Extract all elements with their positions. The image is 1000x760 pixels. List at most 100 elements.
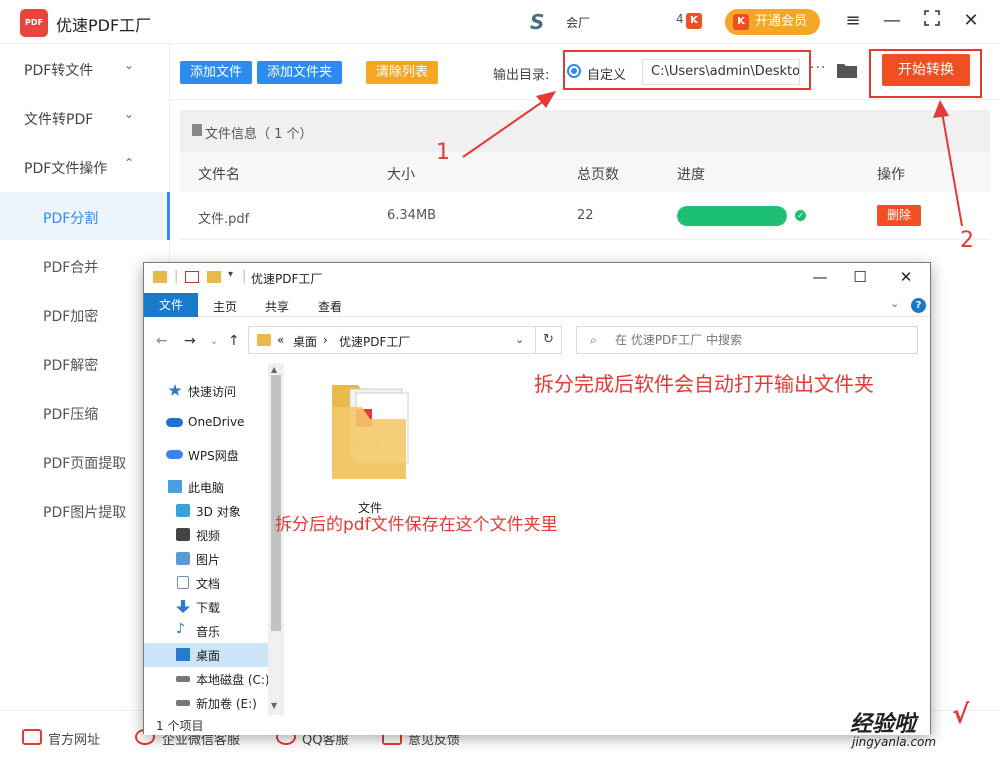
drive-icon xyxy=(176,676,190,682)
add-folder-button[interactable]: 添加文件夹 xyxy=(257,61,342,84)
more-icon[interactable]: ··· xyxy=(810,60,826,76)
start-convert-button[interactable]: 开始转换 xyxy=(882,54,970,86)
maximize-icon[interactable]: ☐ xyxy=(850,267,870,287)
open-folder-icon[interactable] xyxy=(836,61,858,79)
breadcrumb-desktop[interactable]: 桌面 xyxy=(293,333,317,350)
up-arrow-icon[interactable]: ↑ xyxy=(228,333,240,349)
scroll-down-icon[interactable]: ▼ xyxy=(271,701,277,710)
properties-icon[interactable] xyxy=(185,271,199,283)
separator: | xyxy=(242,269,247,284)
quick-access-dropdown-icon[interactable]: ▾ xyxy=(228,269,233,280)
nav-item-label: 本地磁盘 (C:) xyxy=(196,673,270,687)
output-path-input[interactable]: C:\Users\admin\Deskto xyxy=(642,59,800,85)
nav-item-documents[interactable]: 文档 xyxy=(144,571,268,595)
close-icon[interactable]: ✕ xyxy=(896,267,916,287)
maximize-icon[interactable] xyxy=(921,10,943,32)
progress-fill xyxy=(677,206,787,226)
nav-item-pictures[interactable]: 图片 xyxy=(144,547,268,571)
add-file-button[interactable]: 添加文件 xyxy=(180,61,252,84)
search-input[interactable] xyxy=(576,326,918,354)
back-arrow-icon[interactable]: ← xyxy=(156,333,168,349)
nav-item-drive-e[interactable]: 新加卷 (E:) xyxy=(144,691,268,715)
forward-arrow-icon[interactable]: → xyxy=(184,333,196,349)
nav-item-videos[interactable]: 视频 xyxy=(144,523,268,547)
nav-item-label: 图片 xyxy=(196,553,221,567)
nav-item-desktop[interactable]: 桌面 xyxy=(144,643,268,667)
nav-item-music[interactable]: ♪ 音乐 xyxy=(144,619,268,643)
nav-scrollbar[interactable]: ▲ ▼ xyxy=(268,363,284,715)
sidebar-item-label: PDF加密 xyxy=(43,309,99,325)
k-badge-icon[interactable]: K xyxy=(686,13,702,29)
nav-item-label: 视频 xyxy=(196,529,221,543)
sidebar-group-label: PDF文件操作 xyxy=(24,161,108,177)
breadcrumb-overflow[interactable]: « xyxy=(277,333,284,347)
col-action: 操作 xyxy=(877,167,905,183)
sidebar-group-pdf-to-file[interactable]: PDF转文件 ⌄ xyxy=(0,44,170,92)
title-bar: PDF 优速PDF工厂 S 会厂 4 K K 开通会员 ≡ — ✕ xyxy=(0,0,1000,44)
folder-icon xyxy=(153,271,167,283)
close-icon[interactable]: ✕ xyxy=(960,10,982,32)
nav-item-label: 桌面 xyxy=(196,649,221,663)
sidebar-item-label: PDF分割 xyxy=(43,211,99,227)
scroll-up-icon[interactable]: ▲ xyxy=(271,365,277,374)
recent-dropdown-icon[interactable]: ⌄ xyxy=(210,336,218,347)
nav-item-wps-drive[interactable]: WPS网盘 xyxy=(144,443,268,467)
computer-icon xyxy=(168,480,182,493)
tab-view[interactable]: 查看 xyxy=(318,298,342,315)
watermark-text: 经验啦 xyxy=(850,712,917,737)
drive-icon xyxy=(176,700,190,706)
vip-label: 开通会员 xyxy=(755,14,808,29)
nav-item-label: 3D 对象 xyxy=(196,505,241,519)
help-icon[interactable]: ? xyxy=(911,298,926,313)
nav-item-3d-objects[interactable]: 3D 对象 xyxy=(144,499,268,523)
clear-list-button[interactable]: 清除列表 xyxy=(366,61,438,84)
table-row[interactable]: 文件.pdf 6.34MB 22 ✓ 删除 xyxy=(180,192,990,240)
sidebar-item-pdf-split[interactable]: PDF分割 xyxy=(0,192,170,240)
cube-icon xyxy=(176,504,190,517)
minimize-icon[interactable]: — xyxy=(810,267,830,287)
custom-radio[interactable] xyxy=(567,64,581,78)
sidebar-group-file-to-pdf[interactable]: 文件转PDF ⌄ xyxy=(0,93,170,141)
minimize-icon[interactable]: — xyxy=(881,10,903,32)
address-bar[interactable]: « 桌面 › 优速PDF工厂 ⌄ xyxy=(248,326,536,354)
new-folder-icon[interactable] xyxy=(207,271,221,283)
tab-home[interactable]: 主页 xyxy=(213,298,237,315)
custom-radio-label: 自定义 xyxy=(587,68,627,83)
vip-button[interactable]: K 开通会员 xyxy=(725,9,820,35)
explorer-titlebar: | ▾ | 优速PDF工厂 — ☐ ✕ xyxy=(144,263,930,293)
tab-share[interactable]: 共享 xyxy=(265,298,289,315)
status-bar: 1 个项目 xyxy=(144,715,930,735)
breadcrumb-current[interactable]: 优速PDF工厂 xyxy=(339,333,410,350)
cell-filename: 文件.pdf xyxy=(198,212,250,227)
output-folder-icon[interactable]: PDF xyxy=(328,377,416,487)
tab-file[interactable]: 文件 xyxy=(144,293,198,317)
chevron-down-icon[interactable]: ⌄ xyxy=(890,297,899,310)
sidebar-group-label: 文件转PDF xyxy=(24,112,94,128)
output-dir-label: 输出目录: xyxy=(493,68,550,83)
file-explorer-window[interactable]: | ▾ | 优速PDF工厂 — ☐ ✕ 文件 主页 共享 查看 ⌄ ? ← → … xyxy=(143,262,931,735)
nav-item-onedrive[interactable]: OneDrive xyxy=(144,411,268,435)
official-site-link[interactable]: 官方网址 xyxy=(48,729,100,748)
explorer-navbar: ← → ⌄ ↑ « 桌面 › 优速PDF工厂 ⌄ ↻ ⌕ xyxy=(144,317,930,363)
watermark-url: jingyanla.com xyxy=(852,735,937,749)
nav-item-label: 此电脑 xyxy=(188,481,225,495)
s-logo-icon[interactable]: S xyxy=(530,10,544,34)
nav-item-quick-access[interactable]: 快速访问 xyxy=(144,379,268,403)
nav-item-drive-c[interactable]: 本地磁盘 (C:) xyxy=(144,667,270,691)
col-filename: 文件名 xyxy=(198,167,240,183)
sidebar-item-label: PDF合并 xyxy=(43,260,99,276)
cell-pages: 22 xyxy=(577,208,594,223)
chevron-down-icon[interactable]: ⌄ xyxy=(515,333,524,346)
nav-item-label: 文档 xyxy=(196,577,221,591)
picture-icon xyxy=(176,552,190,565)
nav-item-this-pc[interactable]: 此电脑 xyxy=(144,475,268,499)
nav-item-downloads[interactable]: 下载 xyxy=(144,595,268,619)
sidebar-group-pdf-ops[interactable]: PDF文件操作 ⌃ xyxy=(0,142,170,190)
delete-button[interactable]: 删除 xyxy=(877,205,921,226)
refresh-icon[interactable]: ↻ xyxy=(536,326,562,354)
explorer-ribbon: 文件 主页 共享 查看 ⌄ ? xyxy=(144,293,930,317)
scrollbar-thumb[interactable] xyxy=(271,375,281,631)
folder-icon xyxy=(257,334,271,346)
sidebar-item-label: PDF压缩 xyxy=(43,407,99,423)
menu-icon[interactable]: ≡ xyxy=(842,10,864,32)
